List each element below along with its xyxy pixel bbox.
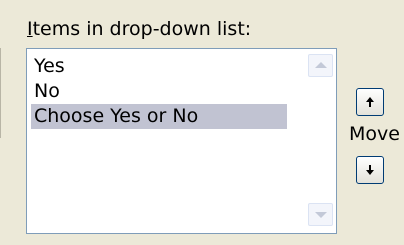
scrollbar-up-button[interactable] xyxy=(308,54,333,77)
move-up-button[interactable] xyxy=(356,88,384,116)
list-item-choose-yes-or-no[interactable]: Choose Yes or No xyxy=(31,104,287,129)
items-list-label: Items in drop-down list: xyxy=(27,16,251,42)
dropdown-items-listbox[interactable]: Yes No Choose Yes or No xyxy=(26,48,337,234)
up-arrow-icon xyxy=(366,97,374,107)
left-panel-edge xyxy=(0,48,4,138)
list-item-no[interactable]: No xyxy=(31,79,287,104)
items-list-label-text: tems in drop-down list: xyxy=(32,18,252,40)
move-down-button[interactable] xyxy=(356,156,384,184)
list-item-yes[interactable]: Yes xyxy=(31,54,287,79)
listbox-items: Yes No Choose Yes or No xyxy=(31,54,287,129)
scroll-up-arrow-icon xyxy=(315,62,327,68)
scrollbar-down-button[interactable] xyxy=(308,203,333,226)
listbox-scrollbar[interactable] xyxy=(308,54,333,226)
move-label: Move xyxy=(349,123,400,145)
down-arrow-icon xyxy=(366,165,374,175)
scroll-down-arrow-icon xyxy=(315,212,327,218)
